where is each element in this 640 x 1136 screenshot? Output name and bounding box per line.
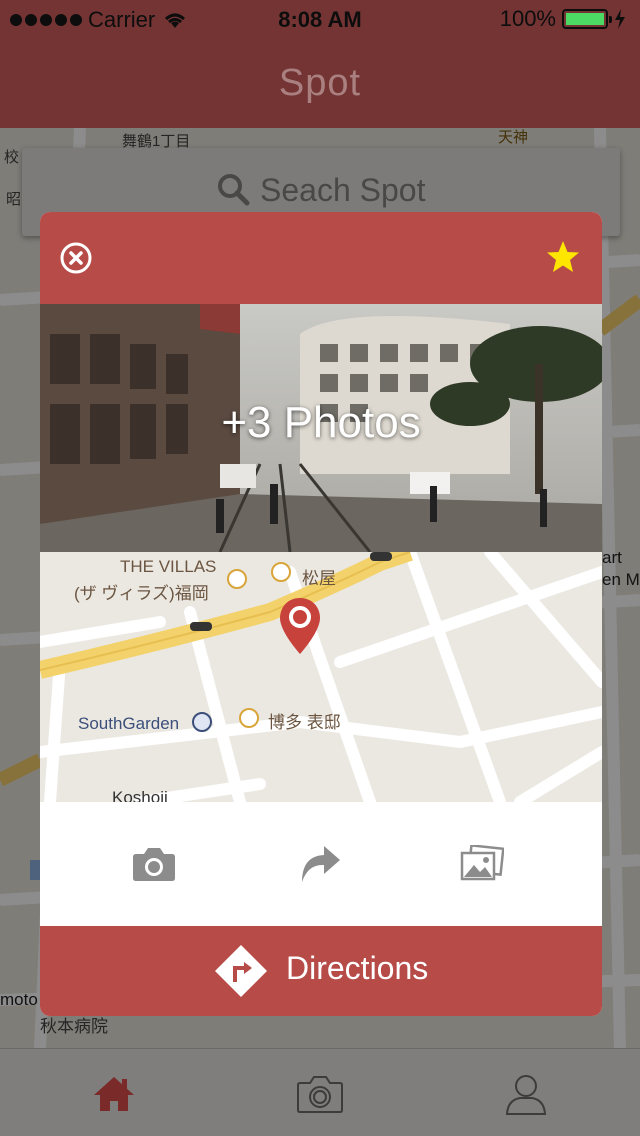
location-pin-icon bbox=[280, 598, 320, 654]
battery-percent: 100% bbox=[499, 6, 556, 31]
location-map[interactable]: THE VILLAS (ザ ヴィラズ)福岡 松屋 SouthGarden 博多 … bbox=[40, 552, 602, 802]
share-icon bbox=[302, 846, 340, 882]
spot-photo[interactable]: +3 Photos bbox=[40, 304, 602, 552]
tab-profile[interactable] bbox=[496, 1069, 556, 1119]
tab-camera[interactable] bbox=[290, 1069, 350, 1119]
directions-sign-icon bbox=[215, 945, 267, 997]
take-photo-button[interactable] bbox=[124, 834, 184, 894]
profile-icon bbox=[505, 1075, 547, 1115]
close-icon[interactable] bbox=[60, 242, 92, 274]
page-title: Spot bbox=[278, 62, 362, 104]
map-label: 博多 表邸 bbox=[268, 713, 341, 732]
search-icon bbox=[218, 174, 250, 206]
charging-icon bbox=[615, 9, 625, 29]
photo-count-label: +3 Photos bbox=[221, 398, 421, 447]
camera-icon bbox=[133, 848, 175, 881]
search-placeholder: Seach Spot bbox=[260, 172, 426, 208]
map-label: SouthGarden bbox=[78, 714, 180, 733]
tab-bar bbox=[0, 1048, 640, 1136]
map-label: 松屋 bbox=[302, 569, 336, 588]
directions-button[interactable]: Directions bbox=[40, 926, 602, 1016]
spot-detail-card: +3 Photos THE VILLAS (ザ ヴィラズ)福岡 松屋 South… bbox=[40, 212, 602, 1016]
tab-home[interactable] bbox=[84, 1069, 144, 1119]
gallery-button[interactable] bbox=[452, 834, 512, 894]
battery-icon bbox=[562, 9, 612, 29]
action-row bbox=[40, 802, 602, 926]
map-label: THE VILLAS bbox=[120, 557, 217, 576]
card-header bbox=[40, 212, 602, 304]
favorite-star-icon[interactable] bbox=[546, 240, 580, 274]
share-button[interactable] bbox=[290, 834, 350, 894]
map-label: Koshoji bbox=[112, 788, 168, 802]
directions-label: Directions bbox=[286, 950, 429, 986]
status-bar: Carrier 8:08 AM 100% bbox=[0, 0, 640, 40]
map-label: (ザ ヴィラズ)福岡 bbox=[74, 584, 209, 603]
gallery-icon bbox=[460, 845, 504, 881]
home-icon bbox=[94, 1077, 134, 1111]
camera-icon bbox=[297, 1076, 343, 1113]
